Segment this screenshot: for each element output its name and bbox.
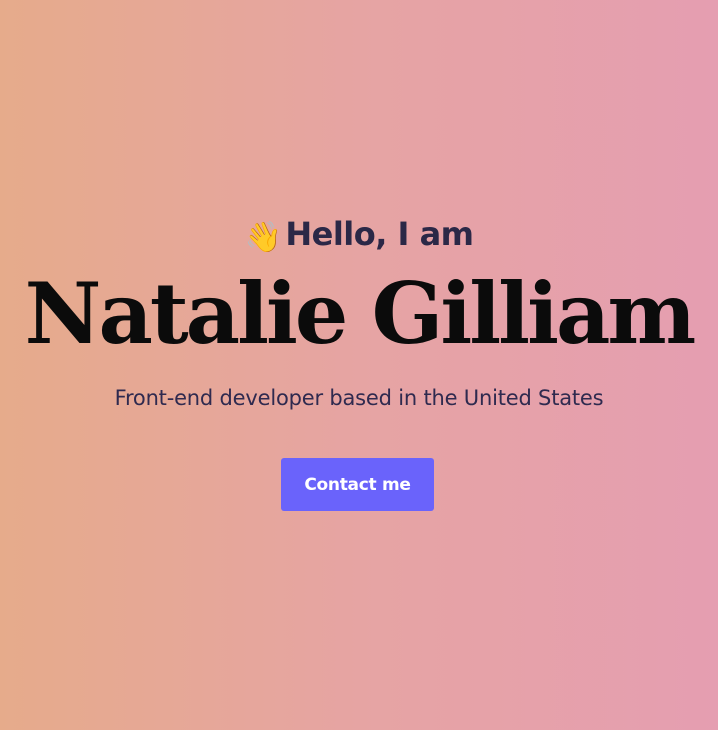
hero-section: 👋 Hello, I am Natalie Gilliam Front-end d… [0, 0, 718, 730]
name-heading: Natalie Gilliam [24, 264, 697, 363]
waving-hand-icon: 👋 [244, 220, 282, 255]
greeting-text: Hello, I am [285, 215, 474, 253]
greeting-heading: 👋 Hello, I am [0, 212, 718, 260]
subtitle-text: Front-end developer based in the United … [114, 386, 604, 410]
contact-button[interactable]: Contact me [281, 458, 434, 511]
